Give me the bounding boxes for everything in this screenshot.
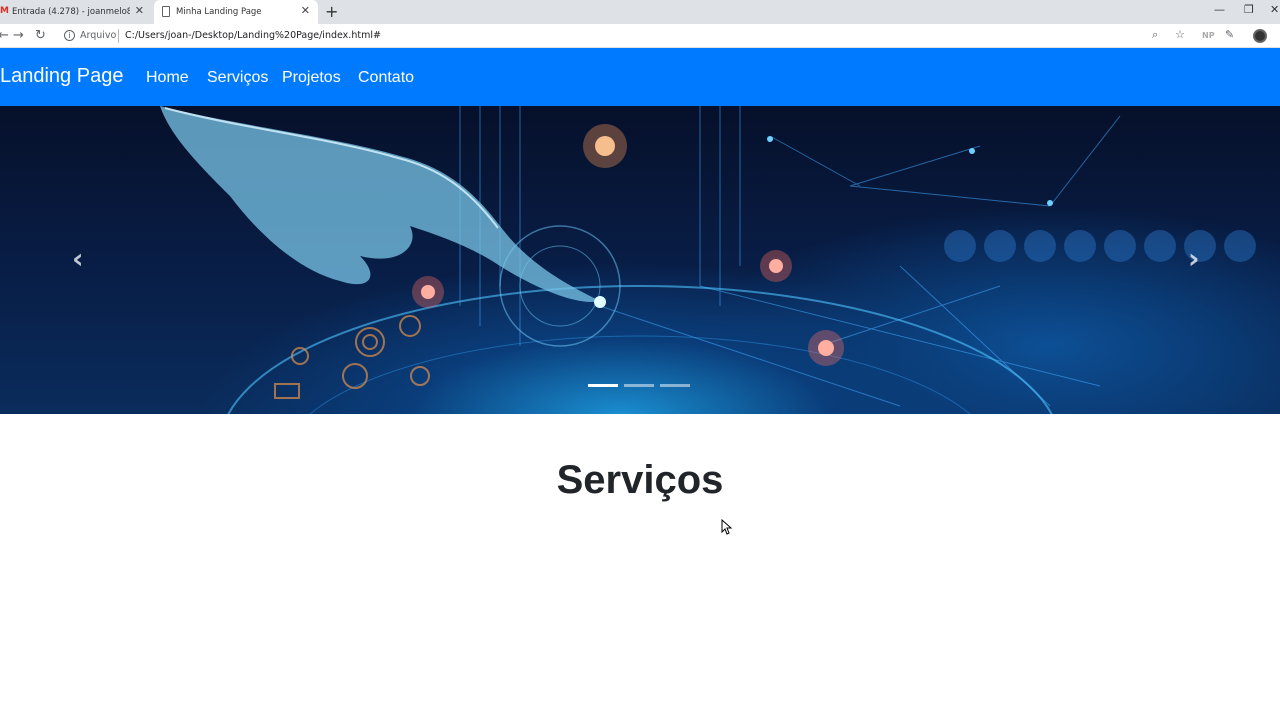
chevron-left-icon[interactable]: ‹ — [72, 242, 84, 275]
site-navbar: Landing Page Home Serviços Projetos Cont… — [0, 48, 1280, 106]
minimize-icon[interactable]: — — [1214, 3, 1225, 16]
tab-gmail[interactable]: M Entrada (4.278) - joanmelo89@g ✕ — [0, 0, 152, 24]
tab-label: Entrada (4.278) - joanmelo89@g — [12, 7, 130, 17]
divider — [118, 29, 119, 43]
info-icon[interactable]: i — [64, 30, 75, 41]
navbar-brand[interactable]: Landing Page — [0, 65, 123, 88]
browser-tab-strip: M Entrada (4.278) - joanmelo89@g ✕ Minha… — [0, 0, 1280, 24]
section-title-servicos: Serviços — [556, 458, 724, 502]
tab-landing-page[interactable]: Minha Landing Page ✕ — [154, 0, 318, 24]
profile-avatar-icon[interactable] — [1253, 29, 1267, 43]
url-input[interactable]: C:/Users/joan-/Desktop/Landing%20Page/in… — [125, 30, 381, 41]
nav-link-servicos[interactable]: Serviços — [207, 69, 268, 87]
close-window-icon[interactable]: ✕ — [1270, 3, 1279, 16]
tab-label: Minha Landing Page — [176, 7, 262, 17]
hero-carousel: ‹ › — [0, 106, 1280, 414]
extension-np-icon[interactable]: NP — [1202, 31, 1215, 40]
carousel-indicator-1[interactable] — [588, 384, 618, 387]
security-label[interactable]: Arquivo — [80, 30, 116, 41]
nav-link-home[interactable]: Home — [146, 69, 189, 87]
mouse-cursor-icon — [721, 519, 733, 535]
eyedropper-icon[interactable]: ✎ — [1225, 28, 1234, 41]
new-tab-icon[interactable]: + — [325, 2, 338, 21]
chevron-right-icon[interactable]: › — [1188, 242, 1200, 275]
restore-icon[interactable]: ❐ — [1244, 3, 1254, 16]
carousel-slide-image — [160, 106, 1256, 414]
gmail-icon: M — [0, 6, 9, 16]
forward-icon[interactable]: → — [13, 28, 24, 43]
close-icon[interactable]: ✕ — [135, 4, 144, 17]
document-icon — [162, 6, 170, 17]
close-icon[interactable]: ✕ — [301, 4, 310, 17]
address-bar: ← → ↻ i Arquivo C:/Users/joan-/Desktop/L… — [0, 24, 1280, 48]
star-icon[interactable]: ☆ — [1175, 28, 1185, 41]
reload-icon[interactable]: ↻ — [35, 28, 46, 43]
zoom-icon[interactable]: ⌕ — [1152, 28, 1158, 42]
carousel-indicator-3[interactable] — [660, 384, 690, 387]
nav-link-contato[interactable]: Contato — [358, 69, 414, 87]
back-icon[interactable]: ← — [0, 28, 9, 43]
nav-link-projetos[interactable]: Projetos — [282, 69, 341, 87]
carousel-indicators — [588, 384, 690, 387]
carousel-indicator-2[interactable] — [624, 384, 654, 387]
